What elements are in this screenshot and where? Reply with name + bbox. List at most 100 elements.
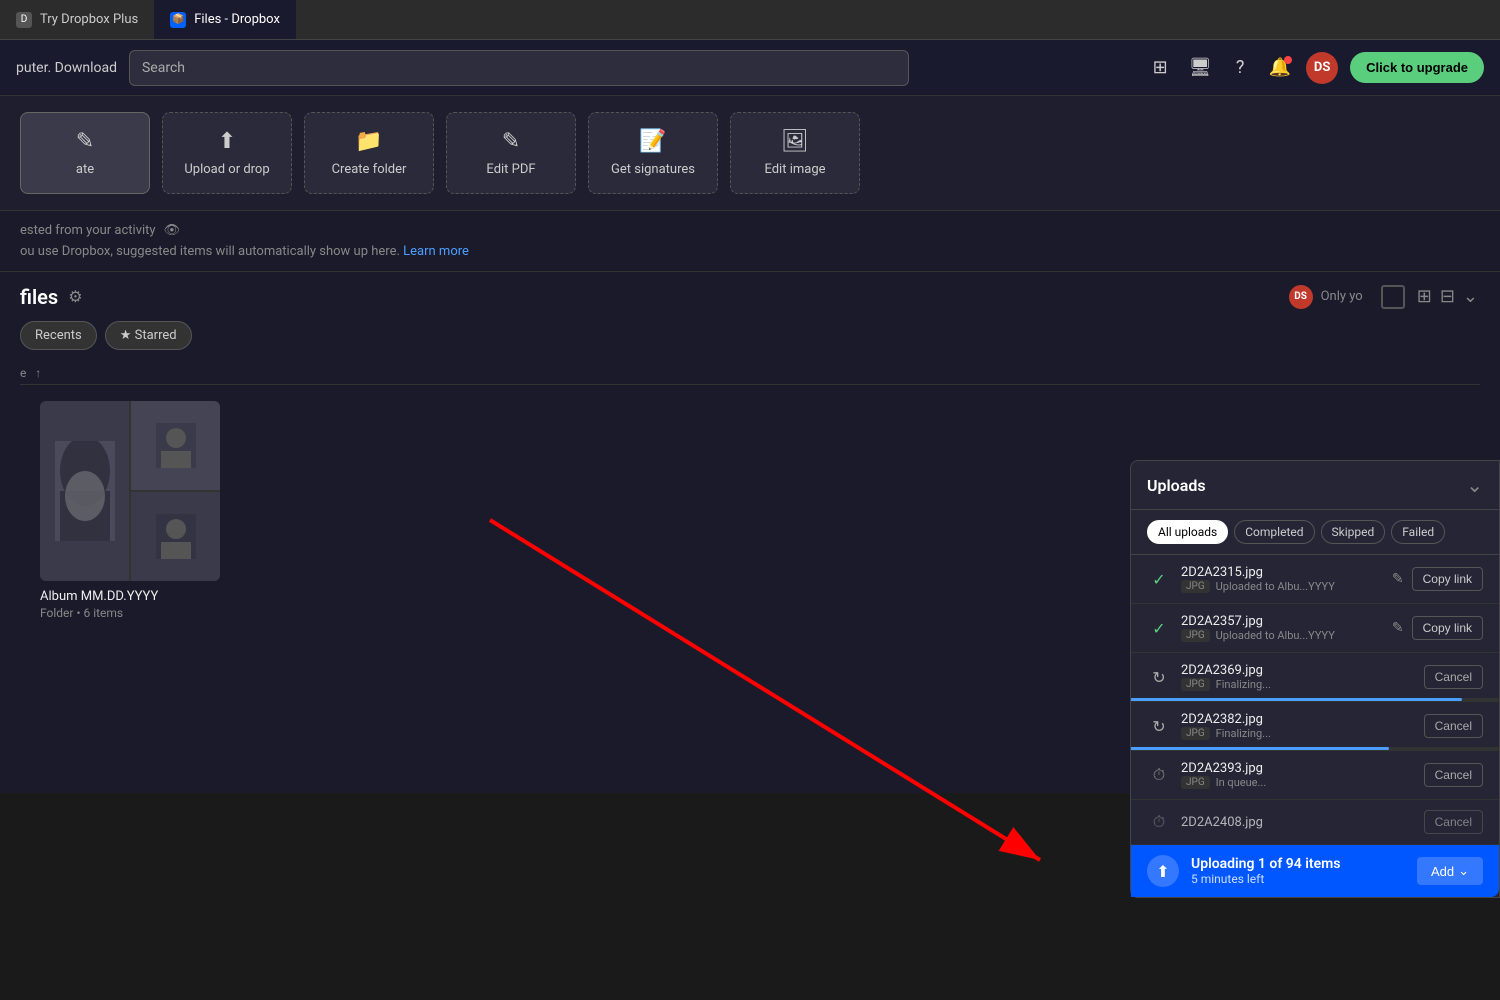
files-header: files ⚙ DS Only yo ⊞ ⊟ ⌄ xyxy=(20,284,1480,309)
upload-status-icon-6: ⏱ xyxy=(1147,810,1171,834)
upload-filename-1: 2D2A2315.jpg xyxy=(1181,565,1380,580)
checkbox-view-btn[interactable] xyxy=(1381,285,1405,309)
upgrade-button[interactable]: Click to upgrade xyxy=(1350,52,1484,83)
uploads-title: Uploads xyxy=(1147,476,1206,495)
folder-icon: 📁 xyxy=(355,129,382,154)
chevron-view-btn[interactable]: ⌄ xyxy=(1461,284,1480,309)
tab-try-dropbox-plus[interactable]: D Try Dropbox Plus xyxy=(0,0,154,39)
upload-status-text-4: Finalizing... xyxy=(1216,727,1271,740)
upload-action-btn[interactable]: ⬆ Upload or drop xyxy=(162,112,292,194)
upload-badge-1: JPG xyxy=(1181,580,1210,593)
cancel-btn-5[interactable]: Cancel xyxy=(1424,763,1483,787)
tab-icon-dropbox: 📦 xyxy=(170,12,186,28)
collapse-uploads-btn[interactable]: ⌄ xyxy=(1466,473,1483,497)
help-icon[interactable]: ? xyxy=(1226,54,1254,82)
suggested-title: ested from your activity xyxy=(20,223,156,238)
add-files-btn[interactable]: Add ⌄ xyxy=(1417,857,1483,885)
edit-image-label: Edit image xyxy=(764,162,825,177)
upload-status-text-3: Finalizing... xyxy=(1216,678,1271,691)
owner-avatar: DS xyxy=(1289,285,1313,309)
upload-item-5: ⏱ 2D2A2393.jpg JPG In queue... Cancel xyxy=(1131,751,1499,800)
edit-pdf-btn[interactable]: ✎ Edit PDF xyxy=(446,112,576,194)
monitor-icon[interactable]: 🖥 xyxy=(1186,54,1214,82)
column-header: e ↑ xyxy=(20,362,1480,385)
upload-meta-1: JPG Uploaded to Albu...YYYY xyxy=(1181,580,1380,593)
progress-bar-3 xyxy=(1131,698,1499,701)
upload-status-text-5: In queue... xyxy=(1216,776,1267,789)
tab-files-dropbox[interactable]: 📦 Files - Dropbox xyxy=(154,0,296,39)
cancel-btn-6[interactable]: Cancel xyxy=(1424,810,1483,834)
create-action-btn[interactable]: ✎ ate xyxy=(20,112,150,194)
upload-actions-6: Cancel xyxy=(1424,810,1483,834)
upload-filename-5: 2D2A2393.jpg xyxy=(1181,761,1414,776)
upload-item-info-5: 2D2A2393.jpg JPG In queue... xyxy=(1181,761,1414,789)
cancel-btn-3[interactable]: Cancel xyxy=(1424,665,1483,689)
upload-status-icon-4: ↻ xyxy=(1147,714,1171,738)
starred-tab[interactable]: ★ Starred xyxy=(105,321,192,350)
upload-icon: ⬆ xyxy=(218,129,236,154)
avatar[interactable]: DS xyxy=(1306,52,1338,84)
upload-label: Upload or drop xyxy=(184,162,269,177)
get-signatures-btn[interactable]: 📝 Get signatures xyxy=(588,112,718,194)
upload-status-text-2: Uploaded to Albu...YYYY xyxy=(1216,629,1335,642)
image-icon: 🖼 xyxy=(781,129,809,154)
upload-actions-4: Cancel xyxy=(1424,714,1483,738)
upload-main-text: Uploading 1 of 94 items xyxy=(1191,856,1341,872)
create-folder-label: Create folder xyxy=(332,162,407,177)
files-title: files xyxy=(20,285,58,309)
upload-badge-3: JPG xyxy=(1181,678,1210,691)
file-card-album[interactable]: Album MM.DD.YYYY Folder • 6 items xyxy=(40,401,220,620)
upload-status-bar: ⬆ Uploading 1 of 94 items 5 minutes left… xyxy=(1131,845,1499,897)
search-bar[interactable]: Search xyxy=(129,50,909,86)
edit-link-btn-2[interactable]: ✎ xyxy=(1390,618,1406,638)
upload-item-3: ↻ 2D2A2369.jpg JPG Finalizing... Cancel xyxy=(1131,653,1499,702)
suggested-section: ested from your activity 👁 ou use Dropbo… xyxy=(0,211,1500,272)
tab-label-files: Files - Dropbox xyxy=(194,12,280,27)
upload-actions-5: Cancel xyxy=(1424,763,1483,787)
upload-actions-3: Cancel xyxy=(1424,665,1483,689)
upload-filename-3: 2D2A2369.jpg xyxy=(1181,663,1414,678)
columns-view-btn[interactable]: ⊟ xyxy=(1438,284,1457,309)
upload-badge-5: JPG xyxy=(1181,776,1210,789)
eye-icon: 👁 xyxy=(164,223,181,238)
upload-item-info-1: 2D2A2315.jpg JPG Uploaded to Albu...YYYY xyxy=(1181,565,1380,593)
photo-cell-2 xyxy=(131,401,220,490)
filter-tab-all[interactable]: All uploads xyxy=(1147,520,1228,544)
cancel-btn-4[interactable]: Cancel xyxy=(1424,714,1483,738)
suggested-body-text: ou use Dropbox, suggested items will aut… xyxy=(20,244,400,259)
grid-icon[interactable]: ⊞ xyxy=(1146,54,1174,82)
header-actions: ⊞ 🖥 ? 🔔 DS Click to upgrade xyxy=(1146,52,1484,84)
progress-bar-4 xyxy=(1131,747,1499,750)
edit-image-btn[interactable]: 🖼 Edit image xyxy=(730,112,860,194)
upload-status-icon: ⬆ xyxy=(1147,855,1179,887)
settings-gear-icon[interactable]: ⚙ xyxy=(68,287,82,306)
files-tabs: Recents ★ Starred xyxy=(20,321,1480,350)
grid-view-btn[interactable]: ⊞ xyxy=(1415,284,1434,309)
copy-link-btn-2[interactable]: Copy link xyxy=(1412,616,1483,640)
app-header: puter. Download Search ⊞ 🖥 ? 🔔 DS Click … xyxy=(0,40,1500,96)
edit-link-btn-1[interactable]: ✎ xyxy=(1390,569,1406,589)
uploads-panel: Uploads ⌄ All uploads Completed Skipped … xyxy=(1130,460,1500,898)
tab-label-plus: Try Dropbox Plus xyxy=(40,12,138,27)
filter-tab-completed[interactable]: Completed xyxy=(1234,520,1314,544)
learn-more-link[interactable]: Learn more xyxy=(403,244,469,259)
create-folder-btn[interactable]: 📁 Create folder xyxy=(304,112,434,194)
upload-meta-5: JPG In queue... xyxy=(1181,776,1414,789)
upload-badge-4: JPG xyxy=(1181,727,1210,740)
filter-tab-skipped[interactable]: Skipped xyxy=(1321,520,1386,544)
upload-item-info-3: 2D2A2369.jpg JPG Finalizing... xyxy=(1181,663,1414,691)
copy-link-btn-1[interactable]: Copy link xyxy=(1412,567,1483,591)
filter-tab-failed[interactable]: Failed xyxy=(1391,520,1445,544)
bell-icon[interactable]: 🔔 xyxy=(1266,54,1294,82)
pdf-icon: ✎ xyxy=(502,129,520,154)
upload-status-icon-2: ✓ xyxy=(1147,616,1171,640)
upload-item-2: ✓ 2D2A2357.jpg JPG Uploaded to Albu...YY… xyxy=(1131,604,1499,653)
upload-badge-2: JPG xyxy=(1181,629,1210,642)
upload-item-4: ↻ 2D2A2382.jpg JPG Finalizing... Cancel xyxy=(1131,702,1499,751)
recents-tab[interactable]: Recents xyxy=(20,321,97,350)
file-thumbnail-album xyxy=(40,401,220,581)
upload-item-6: ⏱ 2D2A2408.jpg Cancel xyxy=(1131,800,1499,845)
suggested-body: ou use Dropbox, suggested items will aut… xyxy=(20,244,1480,259)
upload-status-icon-5: ⏱ xyxy=(1147,763,1171,787)
search-placeholder: Search xyxy=(142,60,185,76)
